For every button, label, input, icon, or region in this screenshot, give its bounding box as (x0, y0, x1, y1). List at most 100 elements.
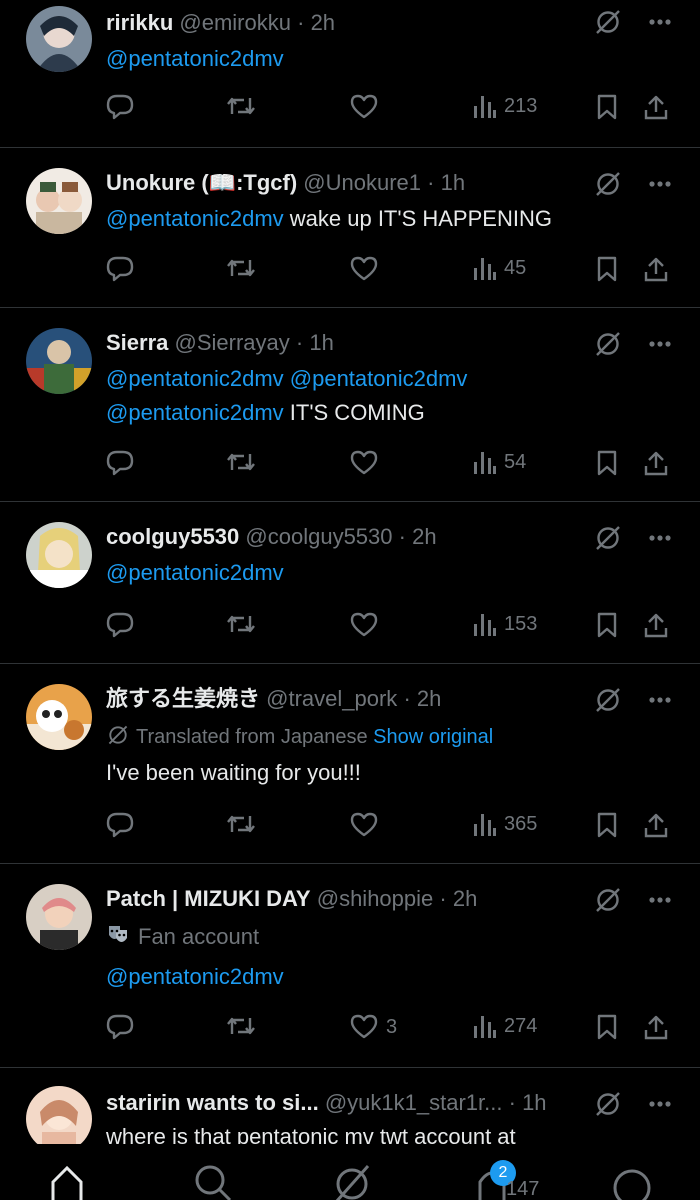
home-tab-icon[interactable] (50, 1162, 84, 1200)
reply-button[interactable] (106, 256, 134, 282)
repost-button[interactable] (226, 612, 256, 636)
timestamp[interactable]: 2h (311, 10, 335, 35)
avatar[interactable] (26, 168, 92, 234)
grok-icon[interactable] (594, 1090, 622, 1118)
share-button[interactable] (644, 612, 668, 638)
reply-button[interactable] (106, 1014, 134, 1040)
avatar[interactable] (26, 6, 92, 72)
post[interactable]: Unokure (📖:Tgcf) @Unokure1 · 1h @pentato… (0, 148, 700, 308)
repost-button[interactable] (226, 94, 256, 118)
mention-link[interactable]: @pentatonic2dmv (106, 964, 284, 989)
views-button[interactable]: 274 (472, 1014, 537, 1038)
display-name[interactable]: ririkku (106, 10, 173, 35)
display-name[interactable]: 旅する生姜焼き (106, 686, 260, 711)
mention-link[interactable]: @pentatonic2dmv (106, 46, 284, 71)
share-button[interactable] (644, 812, 668, 838)
user-handle[interactable]: @travel_pork (266, 686, 397, 711)
post-text: I've been waiting for you!!! (106, 758, 670, 788)
reply-button[interactable] (106, 612, 134, 638)
bookmark-button[interactable] (596, 812, 618, 838)
avatar[interactable] (26, 684, 92, 750)
views-button[interactable]: 54 (472, 450, 526, 474)
bookmark-button[interactable] (596, 1014, 618, 1040)
post[interactable]: ririkku @emirokku · 2h @pentatonic2dmv 2… (0, 0, 700, 148)
bookmark-button[interactable] (596, 450, 618, 476)
user-handle[interactable]: @shihoppie (317, 886, 434, 911)
display-name[interactable]: staririn wants to si... (106, 1090, 319, 1115)
avatar[interactable] (26, 328, 92, 394)
more-icon[interactable] (648, 340, 672, 348)
timestamp[interactable]: 1h (309, 330, 333, 355)
repost-button[interactable] (226, 1014, 256, 1038)
user-handle[interactable]: @coolguy5530 (245, 524, 392, 549)
like-button[interactable] (350, 256, 386, 282)
display-name[interactable]: Unokure (📖:Tgcf) (106, 170, 297, 195)
more-icon[interactable] (648, 18, 672, 26)
like-button[interactable] (350, 94, 386, 120)
share-button[interactable] (644, 94, 668, 120)
display-name[interactable]: coolguy5530 (106, 524, 239, 549)
like-button[interactable] (350, 450, 386, 476)
like-button[interactable] (350, 612, 386, 638)
views-button[interactable]: 153 (472, 612, 537, 636)
timestamp[interactable]: 1h (441, 170, 465, 195)
bookmark-button[interactable] (596, 256, 618, 282)
timestamp[interactable]: 2h (412, 524, 436, 549)
like-button[interactable] (350, 812, 386, 838)
post[interactable]: coolguy5530 @coolguy5530 · 2h @pentatoni… (0, 502, 700, 664)
search-tab-icon[interactable] (192, 1162, 232, 1200)
more-icon[interactable] (648, 896, 672, 904)
grok-icon[interactable] (594, 170, 622, 198)
messages-tab-icon[interactable] (612, 1162, 652, 1200)
grok-icon[interactable] (594, 886, 622, 914)
post[interactable]: Patch | MIZUKI DAY @shihoppie · 2h Fan a… (0, 864, 700, 1068)
mention-link[interactable]: @pentatonic2dmv @pentatonic2dmv (106, 366, 467, 391)
user-handle[interactable]: @yuk1k1_star1r... (325, 1090, 503, 1115)
repost-button[interactable] (226, 812, 256, 836)
post-header: Unokure (📖:Tgcf) @Unokure1 · 1h (106, 168, 590, 198)
user-handle[interactable]: @emirokku (179, 10, 291, 35)
share-button[interactable] (644, 450, 668, 476)
grok-icon[interactable] (594, 686, 622, 714)
more-icon[interactable] (648, 534, 672, 542)
avatar[interactable] (26, 1086, 92, 1152)
grok-icon[interactable] (594, 524, 622, 552)
avatar[interactable] (26, 522, 92, 588)
avatar[interactable] (26, 884, 92, 950)
timestamp[interactable]: 2h (417, 686, 441, 711)
repost-button[interactable] (226, 256, 256, 280)
like-button[interactable]: 3 (350, 1014, 397, 1040)
bookmark-button[interactable] (596, 94, 618, 120)
views-button[interactable]: 365 (472, 812, 537, 836)
bookmark-icon (596, 94, 618, 120)
show-original-link[interactable]: Show original (373, 726, 493, 748)
reply-button[interactable] (106, 812, 134, 838)
separator: · (508, 1090, 516, 1115)
mention-link[interactable]: @pentatonic2dmv (106, 400, 284, 425)
more-icon[interactable] (648, 180, 672, 188)
more-icon[interactable] (648, 1100, 672, 1108)
bookmark-button[interactable] (596, 612, 618, 638)
views-button[interactable]: 45 (472, 256, 526, 280)
mention-link[interactable]: @pentatonic2dmv (106, 560, 284, 585)
reply-button[interactable] (106, 94, 134, 120)
post[interactable]: Sierra @Sierrayay · 1h @pentatonic2dmv @… (0, 308, 700, 502)
timestamp[interactable]: 1h (522, 1090, 546, 1115)
grok-icon[interactable] (594, 330, 622, 358)
post[interactable]: 旅する生姜焼き @travel_pork · 2h Translated fro… (0, 664, 700, 864)
share-button[interactable] (644, 256, 668, 282)
display-name[interactable]: Sierra (106, 330, 168, 355)
share-button[interactable] (644, 1014, 668, 1040)
user-handle[interactable]: @Unokure1 (303, 170, 421, 195)
mention-link[interactable]: @pentatonic2dmv (106, 206, 284, 231)
grok-tab-icon[interactable] (332, 1162, 372, 1200)
user-handle[interactable]: @Sierrayay (175, 330, 290, 355)
more-icon[interactable] (648, 696, 672, 704)
repost-button[interactable] (226, 450, 256, 474)
timestamp[interactable]: 2h (453, 886, 477, 911)
views-button[interactable]: 213 (472, 94, 537, 118)
display-name[interactable]: Patch | MIZUKI DAY (106, 886, 311, 911)
grok-icon[interactable] (594, 8, 622, 36)
post-text: @pentatonic2dmv @pentatonic2dmv (106, 364, 670, 394)
reply-button[interactable] (106, 450, 134, 476)
